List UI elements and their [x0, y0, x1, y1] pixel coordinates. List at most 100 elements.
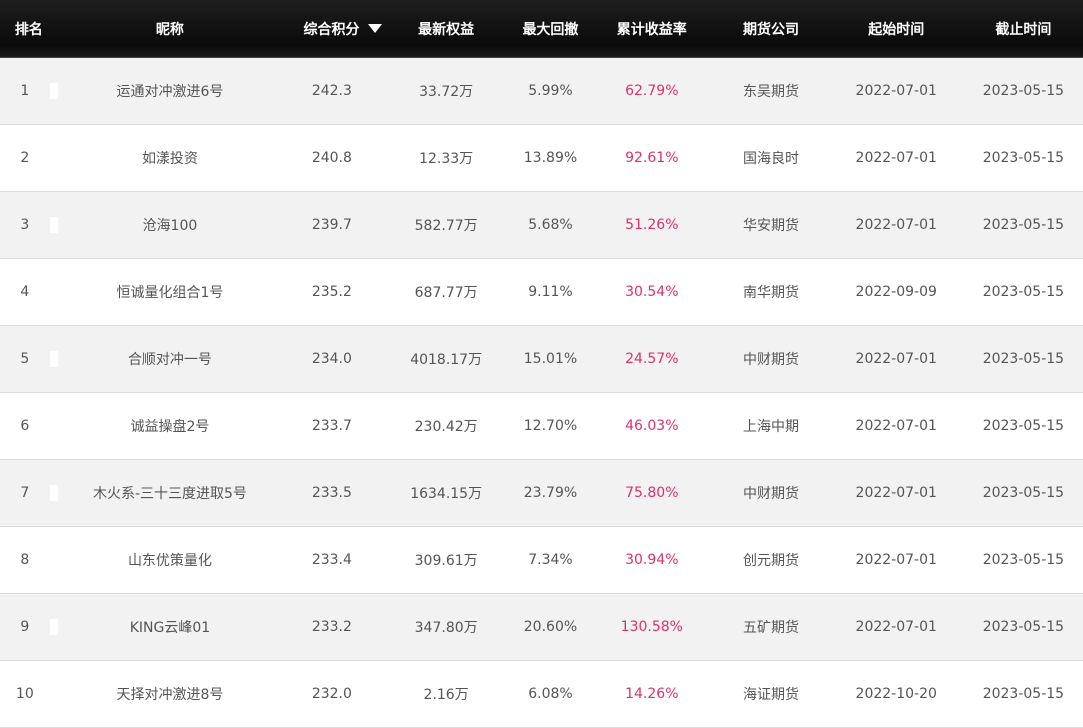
column-header-score[interactable]: 综合积分 — [304, 19, 360, 39]
column-header-return-rate[interactable]: 累计收益率 — [590, 0, 713, 57]
cell-score: 233.2 — [311, 619, 352, 635]
table-header: 排名 昵称 综合积分 最新权益 最大回撤 累计收益率 期货公司 起始时间 截止时… — [0, 0, 1083, 58]
cell-nickname: 恒诚量化组合1号 — [116, 285, 224, 301]
cell-end-date: 2023-05-15 — [982, 485, 1065, 501]
cell-end-date: 2023-05-15 — [982, 552, 1065, 568]
cell-return-rate: 130.58% — [620, 619, 683, 635]
cell-start-date: 2022-07-01 — [855, 351, 937, 367]
cell-score: 240.8 — [311, 150, 352, 166]
cell-nickname: 运通对冲激进6号 — [116, 84, 224, 100]
table-row[interactable]: 9 KING云峰01 233.2 347.80万 20.60% 130.58% 五矿期货 20… — [0, 594, 1083, 661]
cell-return-rate: 30.54% — [625, 284, 679, 300]
cell-equity: 309.61万 — [414, 553, 478, 569]
cell-drawdown: 13.89% — [523, 150, 578, 166]
cell-drawdown: 20.60% — [523, 619, 578, 635]
cell-broker: 中财期货 — [743, 352, 800, 368]
table-row[interactable]: 5 合顺对冲一号 234.0 4018.17万 15.01% 24.57% 中财期货 2022… — [0, 326, 1083, 393]
cell-return-rate: 92.61% — [625, 150, 679, 166]
table-row[interactable]: 2 如漾投资 240.8 12.33万 13.89% 92.61% 国海良时 2022-07-… — [0, 125, 1083, 192]
table-row[interactable]: 3 沧海100 239.7 582.77万 5.68% 51.26% 华安期货 2022-07… — [0, 192, 1083, 259]
table-row[interactable]: 1 运通对冲激进6号 242.3 33.72万 5.99% 62.79% 东吴期货 2022-… — [0, 58, 1083, 125]
cell-nickname: 合顺对冲一号 — [127, 352, 212, 368]
cell-rank: 1 — [0, 83, 58, 99]
column-header-nickname[interactable]: 昵称 — [58, 0, 283, 57]
cell-drawdown: 15.01% — [523, 351, 578, 367]
cell-equity: 582.77万 — [414, 218, 478, 234]
cell-end-date: 2023-05-15 — [982, 83, 1065, 99]
cell-drawdown: 5.68% — [528, 217, 573, 233]
table-row[interactable]: 4 恒诚量化组合1号 235.2 687.77万 9.11% 30.54% 南华期货 2022… — [0, 259, 1083, 326]
cell-start-date: 2022-07-01 — [855, 418, 937, 434]
cell-return-rate: 75.80% — [625, 485, 679, 501]
caret-down-icon[interactable] — [367, 24, 382, 33]
cell-rank: 2 — [0, 150, 58, 166]
cell-end-date: 2023-05-15 — [982, 619, 1065, 635]
column-header-drawdown[interactable]: 最大回撤 — [511, 0, 590, 57]
cell-score: 233.4 — [311, 552, 352, 568]
cell-end-date: 2023-05-15 — [982, 284, 1065, 300]
table-row[interactable]: 7 木火系-三十三度进取5号 233.5 1634.15万 23.79% 75.80% 中财… — [0, 460, 1083, 527]
cell-rank: 6 — [0, 418, 58, 434]
cell-return-rate: 51.26% — [625, 217, 679, 233]
cell-drawdown: 6.08% — [528, 686, 573, 702]
cell-drawdown: 12.70% — [523, 418, 578, 434]
column-header-end-date[interactable]: 截止时间 — [964, 0, 1083, 57]
cell-end-date: 2023-05-15 — [982, 150, 1065, 166]
cell-rank: 8 — [0, 552, 58, 568]
cell-start-date: 2022-07-01 — [855, 150, 937, 166]
cell-drawdown: 23.79% — [523, 485, 578, 501]
cell-end-date: 2023-05-15 — [982, 351, 1065, 367]
cell-equity: 12.33万 — [419, 151, 474, 167]
ranking-table: 排名 昵称 综合积分 最新权益 最大回撤 累计收益率 期货公司 起始时间 截止时… — [0, 0, 1083, 728]
cell-score: 233.7 — [311, 418, 352, 434]
table-row[interactable]: 10 天择对冲激进8号 232.0 2.16万 6.08% 14.26% 海证期货 2022-… — [0, 661, 1083, 728]
column-header-rank[interactable]: 排名 — [0, 0, 58, 57]
cell-rank: 7 — [0, 485, 58, 501]
cell-broker: 上海中期 — [743, 419, 800, 435]
cell-start-date: 2022-09-09 — [855, 284, 937, 300]
cell-start-date: 2022-07-01 — [855, 485, 937, 501]
cell-rank: 5 — [0, 351, 58, 367]
cell-nickname: 天择对冲激进8号 — [116, 687, 224, 703]
cell-broker: 南华期货 — [743, 285, 800, 301]
cell-end-date: 2023-05-15 — [982, 686, 1065, 702]
cell-broker: 华安期货 — [743, 218, 800, 234]
cell-start-date: 2022-07-01 — [855, 619, 937, 635]
cell-rank: 4 — [0, 284, 58, 300]
cell-return-rate: 24.57% — [625, 351, 679, 367]
cell-nickname: 山东优策量化 — [127, 553, 212, 569]
cell-return-rate: 14.26% — [625, 686, 679, 702]
cell-nickname: 如漾投资 — [141, 151, 198, 167]
cell-start-date: 2022-10-20 — [855, 686, 937, 702]
column-header-broker[interactable]: 期货公司 — [713, 0, 828, 57]
cell-equity: 687.77万 — [414, 285, 478, 301]
cell-broker: 东吴期货 — [743, 84, 800, 100]
cell-drawdown: 7.34% — [528, 552, 573, 568]
cell-score: 234.0 — [311, 351, 352, 367]
column-header-start-date[interactable]: 起始时间 — [829, 0, 964, 57]
cell-equity: 4018.17万 — [410, 352, 483, 368]
cell-score: 232.0 — [311, 686, 352, 702]
table-row[interactable]: 6 诚益操盘2号 233.7 230.42万 12.70% 46.03% 上海中期 2022-… — [0, 393, 1083, 460]
table-row[interactable]: 8 山东优策量化 233.4 309.61万 7.34% 30.94% 创元期货 2022-0… — [0, 527, 1083, 594]
cell-equity: 230.42万 — [414, 419, 478, 435]
cell-score: 242.3 — [311, 83, 352, 99]
cell-equity: 2.16万 — [423, 687, 469, 703]
cell-score: 235.2 — [311, 284, 352, 300]
cell-score: 233.5 — [311, 485, 352, 501]
cell-return-rate: 46.03% — [625, 418, 679, 434]
cell-return-rate: 62.79% — [625, 83, 679, 99]
cell-start-date: 2022-07-01 — [855, 83, 937, 99]
cell-broker: 国海良时 — [743, 151, 800, 167]
column-header-score-wrap[interactable]: 综合积分 — [282, 0, 382, 57]
cell-nickname: 木火系-三十三度进取5号 — [92, 486, 247, 502]
cell-broker: 五矿期货 — [743, 620, 800, 636]
cell-drawdown: 5.99% — [528, 83, 573, 99]
cell-start-date: 2022-07-01 — [855, 217, 937, 233]
cell-score: 239.7 — [311, 217, 352, 233]
cell-rank: 9 — [0, 619, 58, 635]
cell-nickname: 诚益操盘2号 — [130, 419, 210, 435]
cell-return-rate: 30.94% — [625, 552, 679, 568]
column-header-equity[interactable]: 最新权益 — [382, 0, 511, 57]
cell-equity: 347.80万 — [414, 620, 478, 636]
